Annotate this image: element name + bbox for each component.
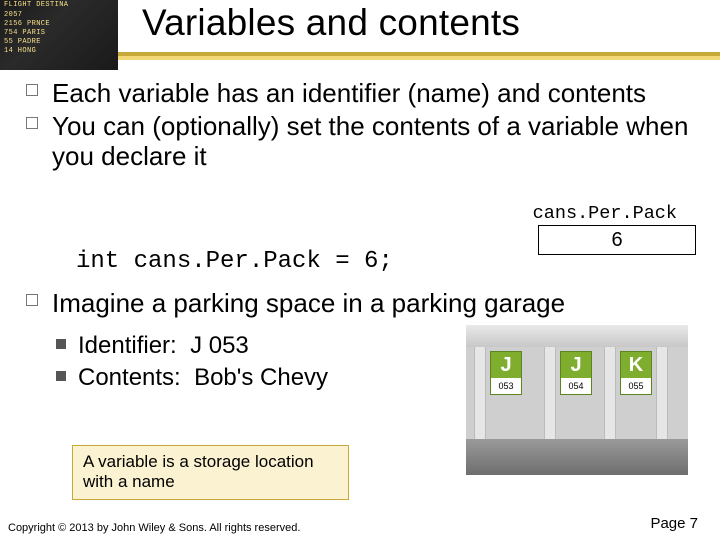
- sign-number: 055: [621, 378, 651, 394]
- bullet-icon: [26, 294, 38, 306]
- variable-name-label: cans.Per.Pack: [533, 203, 677, 224]
- variable-value-box: 6: [538, 225, 696, 255]
- garage-pillar: [604, 347, 616, 439]
- sub-bullet-identifier: Identifier: J 053: [56, 330, 328, 362]
- sign-letter: J: [491, 352, 521, 378]
- sub-value: J 053: [190, 332, 249, 359]
- copyright-text: Copyright © 2013 by John Wiley & Sons. A…: [8, 522, 300, 534]
- bullet-3: Imagine a parking space in a parking gar…: [20, 288, 710, 321]
- garage-pillar: [656, 347, 668, 439]
- bullet-1: Each variable has an identifier (name) a…: [20, 78, 700, 109]
- bullet-text: Imagine a parking space in a parking gar…: [52, 288, 565, 318]
- square-bullet-icon: [56, 339, 66, 349]
- code-example: int cans.Per.Pack = 6;: [76, 248, 393, 275]
- header-departure-board-image: FLIGHT DESTINA 2057 2156 PRNCE 754 PARIS…: [0, 0, 118, 70]
- board-row: 14 HONG: [4, 48, 114, 55]
- sign-letter: J: [561, 352, 591, 378]
- garage-pillar: [544, 347, 556, 439]
- bullet-text: Each variable has an identifier (name) a…: [52, 78, 646, 108]
- sign-letter: K: [621, 352, 651, 378]
- bullet-2: You can (optionally) set the contents of…: [20, 111, 700, 172]
- sub-bullet-contents: Contents: Bob's Chevy: [56, 362, 328, 394]
- square-bullet-icon: [56, 371, 66, 381]
- parking-sign: J 054: [560, 351, 592, 395]
- bullet-icon: [26, 117, 38, 129]
- body-bullets: Each variable has an identifier (name) a…: [20, 78, 700, 174]
- bullet-icon: [26, 84, 38, 96]
- sub-value: Bob's Chevy: [194, 364, 328, 391]
- garage-floor: [466, 439, 688, 475]
- board-row: 55 PADRE: [4, 39, 114, 46]
- sign-number: 054: [561, 378, 591, 394]
- slide-root: FLIGHT DESTINA 2057 2156 PRNCE 754 PARIS…: [0, 0, 720, 540]
- garage-ceiling: [466, 325, 688, 347]
- page-number: Page 7: [650, 515, 698, 532]
- parking-garage-image: J 053 J 054 K 055: [466, 325, 688, 475]
- sub-label: Identifier:: [78, 332, 177, 359]
- board-row: FLIGHT DESTINA: [4, 2, 114, 9]
- slide-title: Variables and contents: [142, 2, 520, 44]
- parking-sign: K 055: [620, 351, 652, 395]
- bullet-text: You can (optionally) set the contents of…: [52, 111, 688, 172]
- board-row: 2156 PRNCE: [4, 21, 114, 28]
- sign-number: 053: [491, 378, 521, 394]
- definition-callout: A variable is a storage location with a …: [72, 445, 349, 500]
- board-row: 2057: [4, 12, 114, 19]
- title-underline: [118, 56, 720, 60]
- sub-label: Contents:: [78, 364, 181, 391]
- garage-pillar: [474, 347, 486, 439]
- parking-sign: J 053: [490, 351, 522, 395]
- sub-bullets: Identifier: J 053 Contents: Bob's Chevy: [56, 330, 328, 395]
- board-row: 754 PARIS: [4, 30, 114, 37]
